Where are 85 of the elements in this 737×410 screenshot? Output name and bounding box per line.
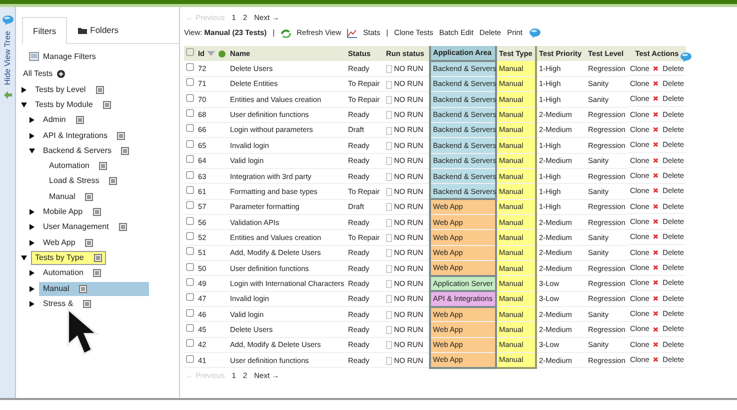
chat-bubble-icon — [528, 28, 541, 38]
delete-x-icon — [653, 80, 659, 88]
delete-x-icon — [653, 126, 659, 134]
tree-item[interactable]: Load & Stress — [45, 174, 122, 188]
row-checkbox[interactable] — [186, 278, 194, 286]
arrow-left-icon — [4, 91, 12, 100]
row-checkbox[interactable] — [186, 155, 194, 164]
caret-right-icon[interactable] — [29, 117, 35, 124]
row-checkbox[interactable] — [186, 324, 194, 332]
caret-right-icon[interactable] — [29, 240, 35, 246]
row-checkbox[interactable] — [186, 109, 194, 118]
folder-icon — [78, 26, 88, 34]
tree-item[interactable]: API & Integrations — [39, 128, 130, 143]
select-all-checkbox[interactable] — [186, 48, 194, 56]
grid-icon — [76, 116, 84, 124]
row-checkbox[interactable] — [186, 293, 194, 302]
delete-x-icon — [653, 340, 659, 348]
manage-filters-link[interactable]: Manage Filters — [43, 50, 96, 63]
row-checkbox[interactable] — [186, 216, 194, 225]
delete-x-icon — [653, 248, 659, 256]
delete-x-icon — [653, 202, 659, 210]
tree-item[interactable]: Backend & Servers — [39, 144, 134, 158]
row-checkbox[interactable] — [186, 354, 194, 363]
caret-right-icon[interactable] — [29, 132, 35, 139]
row-checkbox[interactable] — [186, 232, 194, 240]
caret-right-icon[interactable] — [29, 224, 35, 230]
delete-x-icon — [653, 233, 659, 240]
tree-item[interactable]: Manual — [45, 190, 98, 204]
tree-item[interactable]: Stress & — [39, 296, 96, 311]
panel-tab[interactable]: Folders — [67, 17, 130, 43]
delete-x-icon — [653, 64, 659, 72]
row-checkbox[interactable] — [186, 62, 194, 71]
panel-tab[interactable]: Filters — [22, 17, 68, 44]
caret-down-icon[interactable] — [21, 254, 27, 261]
row-checkbox[interactable] — [186, 170, 194, 179]
delete-x-icon — [653, 264, 659, 272]
refresh-icon — [280, 28, 291, 38]
tree-item[interactable]: Manual — [39, 282, 149, 296]
tree-item[interactable]: Automation — [39, 266, 106, 280]
row-checkbox[interactable] — [186, 308, 194, 317]
tree-root[interactable]: All Tests — [23, 68, 53, 80]
tree-item[interactable]: Admin — [39, 113, 88, 128]
row-checkbox[interactable] — [186, 94, 194, 102]
grid-icon — [118, 223, 127, 232]
sort-icon — [206, 51, 215, 56]
row-checkbox[interactable] — [186, 247, 194, 256]
caret-right-icon[interactable] — [29, 286, 35, 292]
delete-x-icon — [653, 172, 659, 180]
delete-x-icon — [653, 141, 659, 148]
tree-item[interactable]: Web App — [39, 236, 98, 250]
tree-item[interactable]: Tests by Type — [31, 250, 106, 265]
hide-tree-toggle[interactable]: Hide View Tree — [2, 31, 14, 86]
row-checkbox[interactable] — [186, 201, 194, 210]
delete-x-icon — [653, 356, 659, 364]
delete-x-icon — [653, 218, 659, 226]
delete-x-icon — [653, 110, 659, 118]
tree-item[interactable]: User Management — [39, 220, 131, 234]
caret-down-icon[interactable] — [21, 102, 27, 108]
caret-right-icon[interactable] — [29, 209, 35, 216]
tree-item[interactable]: Automation — [45, 159, 112, 174]
tree-item[interactable]: Mobile App — [39, 205, 105, 220]
delete-x-icon — [653, 95, 659, 102]
caret-right-icon[interactable] — [29, 270, 35, 276]
filter-list-icon — [29, 52, 39, 62]
delete-x-icon — [653, 187, 659, 194]
chat-bubble-icon — [2, 15, 14, 25]
row-checkbox[interactable] — [186, 186, 194, 194]
add-circle-icon — [56, 70, 65, 78]
tree-item[interactable]: Tests by Level — [31, 82, 108, 97]
row-checkbox[interactable] — [186, 140, 194, 148]
row-checkbox[interactable] — [186, 78, 194, 86]
row-checkbox[interactable] — [186, 124, 194, 132]
delete-x-icon — [653, 156, 659, 164]
caret-down-icon[interactable] — [29, 148, 35, 154]
caret-right-icon[interactable] — [29, 300, 35, 307]
tree-item[interactable]: Tests by Module — [31, 98, 115, 112]
delete-x-icon — [653, 326, 659, 333]
chart-icon — [347, 28, 358, 38]
delete-x-icon — [653, 279, 659, 286]
row-checkbox[interactable] — [186, 262, 194, 271]
delete-x-icon — [653, 310, 659, 318]
row-checkbox[interactable] — [186, 339, 194, 348]
chat-bubble-icon — [680, 52, 692, 62]
caret-right-icon[interactable] — [21, 86, 27, 93]
delete-x-icon — [653, 294, 659, 302]
